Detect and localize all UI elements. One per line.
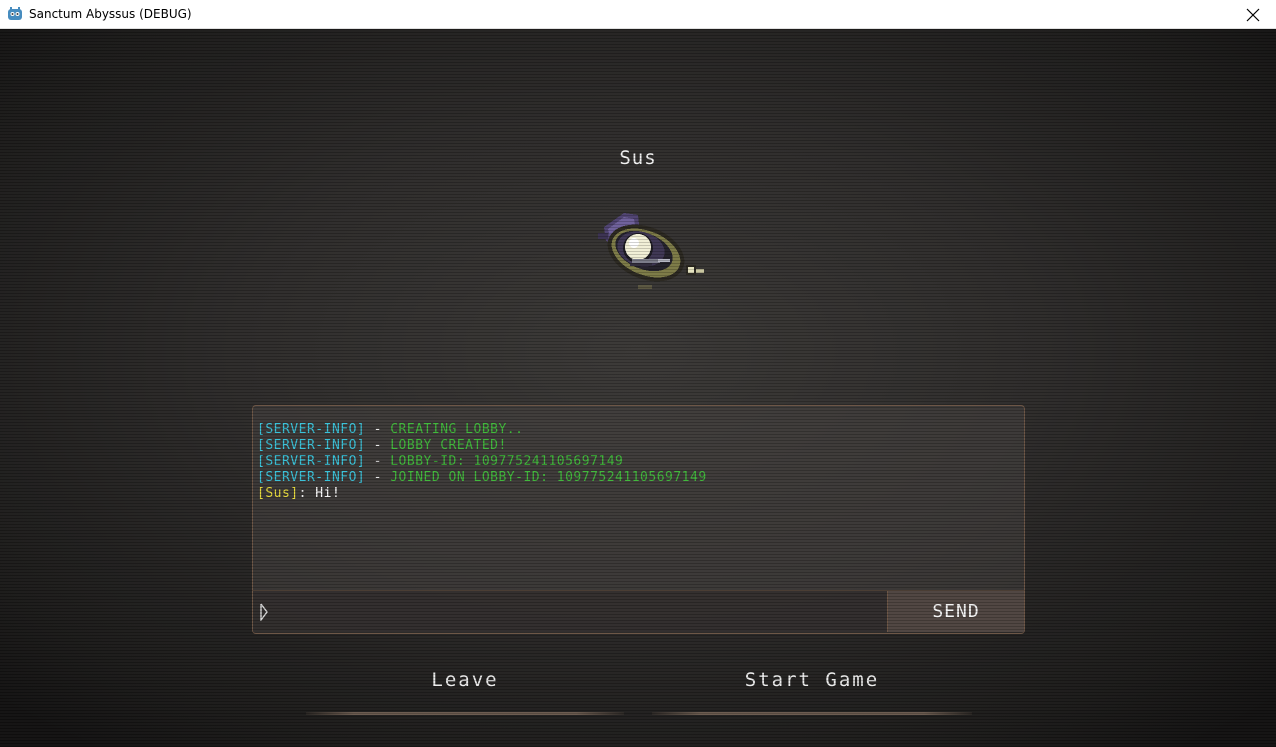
- chat-sender: [SERVER-INFO]: [257, 422, 366, 437]
- chat-sender: [SERVER-INFO]: [257, 438, 366, 453]
- chat-sender: [SERVER-INFO]: [257, 470, 366, 485]
- close-icon: [1246, 8, 1260, 21]
- chat-message: Hi!: [315, 486, 341, 501]
- chat-separator: -: [365, 438, 391, 453]
- chat-separator: -: [365, 470, 391, 485]
- godot-icon: [8, 7, 22, 20]
- chat-input[interactable]: [253, 591, 887, 632]
- scanline-overlay: [0, 29, 1276, 747]
- chat-separator: :: [298, 486, 316, 501]
- leave-button[interactable]: Leave: [306, 669, 624, 715]
- chat-line: [SERVER-INFO] - JOINED ON LOBBY-ID: 1097…: [257, 470, 1020, 486]
- chat-message: LOBBY CREATED!: [390, 438, 507, 453]
- chat-sender: [SERVER-INFO]: [257, 454, 366, 469]
- start-game-button-underline: [652, 712, 972, 715]
- chat-line: [SERVER-INFO] - CREATING LOBBY..: [257, 422, 1020, 438]
- chat-input-row: SEND: [253, 590, 1024, 633]
- title-bar: Sanctum Abyssus (DEBUG): [0, 0, 1276, 29]
- chat-separator: -: [365, 454, 391, 469]
- chat-line: [SERVER-INFO] - LOBBY CREATED!: [257, 438, 1020, 454]
- chat-sender: [Sus]: [257, 486, 299, 501]
- chat-separator: -: [365, 422, 391, 437]
- start-game-button-label: Start Game: [744, 669, 880, 691]
- text-caret-icon: [260, 603, 268, 621]
- chat-line: [SERVER-INFO] - LOBBY-ID: 10977524110569…: [257, 454, 1020, 470]
- chat-message: JOINED ON LOBBY-ID: 109775241105697149: [390, 470, 707, 485]
- start-game-button[interactable]: Start Game: [652, 669, 972, 715]
- leave-button-underline: [306, 712, 624, 715]
- chat-panel: [SERVER-INFO] - CREATING LOBBY.. [SERVER…: [252, 405, 1025, 634]
- game-viewport: Sus [SERVER-INFO] - CREATING LOBBY.. [SE…: [0, 29, 1276, 747]
- player-name: Sus: [619, 147, 657, 169]
- send-button[interactable]: SEND: [887, 591, 1024, 632]
- chat-message: LOBBY-ID: 109775241105697149: [390, 454, 624, 469]
- game-window: Sanctum Abyssus (DEBUG) Sus [SERVER-INFO…: [0, 0, 1276, 747]
- chat-message: CREATING LOBBY..: [390, 422, 524, 437]
- window-title: Sanctum Abyssus (DEBUG): [29, 7, 192, 21]
- chat-log[interactable]: [SERVER-INFO] - CREATING LOBBY.. [SERVER…: [257, 422, 1020, 587]
- leave-button-label: Leave: [431, 669, 499, 691]
- chat-line: [Sus]: Hi!: [257, 486, 1020, 502]
- close-button[interactable]: [1230, 0, 1276, 29]
- eye-creature-sprite: [598, 213, 704, 289]
